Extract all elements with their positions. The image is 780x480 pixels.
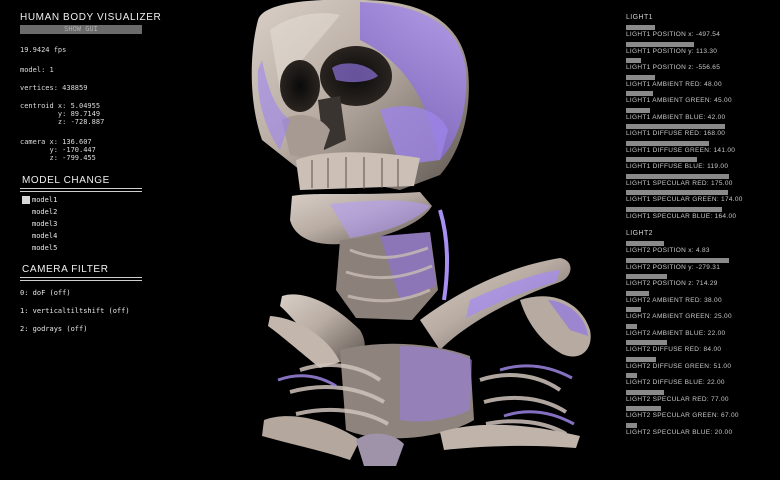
light2-slider-11[interactable]: LIGHT2 SPECULAR BLUE: 20.00 — [626, 422, 776, 439]
light1-slider-0[interactable]: LIGHT1 POSITION x: -497.54 — [626, 25, 776, 41]
light2-slider-6[interactable]: LIGHT2 DIFFUSE RED: 84.00 — [626, 340, 776, 356]
show-gui-button[interactable]: SHOW GUI — [20, 25, 142, 34]
light1-title: LIGHT1 — [626, 14, 653, 21]
slider-label: LIGHT2 SPECULAR GREEN: 67.00 — [626, 412, 739, 419]
slider-fill[interactable] — [626, 140, 709, 146]
light1-slider-2[interactable]: LIGHT1 POSITION z: -556.65 — [626, 58, 776, 74]
light2-slider-2[interactable]: LIGHT2 POSITION z: 714.29 — [626, 274, 776, 290]
slider-fill[interactable] — [626, 290, 649, 296]
slider-label: LIGHT1 POSITION x: -497.54 — [626, 31, 721, 38]
light2-slider-10[interactable]: LIGHT2 SPECULAR GREEN: 67.00 — [626, 406, 776, 422]
camera-filter-title: CAMERA FILTER — [22, 264, 109, 275]
fps-readout: 19.9424 fps — [20, 46, 67, 54]
light1-slider-8[interactable]: LIGHT1 DIFFUSE BLUE: 119.00 — [626, 157, 776, 173]
slider-fill[interactable] — [626, 157, 697, 162]
slider-label: LIGHT2 SPECULAR RED: 77.00 — [626, 395, 729, 403]
slider-fill[interactable] — [626, 307, 641, 312]
model-select-box[interactable] — [22, 244, 30, 252]
slider-fill[interactable] — [626, 58, 641, 63]
slider-label: LIGHT1 DIFFUSE BLUE: 119.00 — [626, 163, 729, 170]
camera-filter-item-0[interactable]: 0: doF (off) — [20, 289, 71, 297]
slider-fill[interactable] — [626, 356, 656, 362]
model-item-label: model2 — [32, 208, 58, 216]
model-change-divider — [20, 188, 142, 192]
slider-label: LIGHT1 DIFFUSE RED: 168.00 — [626, 130, 726, 137]
slider-label: LIGHT1 AMBIENT RED: 48.00 — [626, 80, 722, 88]
model-readout: model: 1 — [20, 66, 54, 74]
slider-fill[interactable] — [626, 340, 667, 345]
slider-label: LIGHT1 SPECULAR RED: 175.00 — [626, 179, 733, 187]
light1-slider-10[interactable]: LIGHT1 SPECULAR GREEN: 174.00 — [626, 190, 776, 206]
slider-fill[interactable] — [626, 41, 694, 47]
slider-fill[interactable] — [626, 91, 653, 96]
light1-slider-1[interactable]: LIGHT1 POSITION y: 113.30 — [626, 41, 776, 58]
slider-label: LIGHT2 POSITION y: -279.31 — [626, 263, 721, 271]
model-item-label: model5 — [32, 244, 58, 252]
camera-filter-item-2[interactable]: 2: godrays (off) — [20, 325, 87, 333]
light2-slider-1[interactable]: LIGHT2 POSITION y: -279.31 — [626, 257, 776, 274]
slider-label: LIGHT2 POSITION z: 714.29 — [626, 280, 718, 287]
slider-fill[interactable] — [626, 323, 637, 329]
slider-label: LIGHT2 AMBIENT BLUE: 22.00 — [626, 329, 726, 337]
slider-fill[interactable] — [626, 74, 655, 80]
skull — [251, 0, 469, 245]
camera-readout: camera x: 136.607 y: -170.447 z: -799.45… — [20, 138, 96, 162]
light2-slider-8[interactable]: LIGHT2 DIFFUSE BLUE: 22.00 — [626, 373, 776, 389]
model-item-label: model4 — [32, 232, 58, 240]
light1-slider-9[interactable]: LIGHT1 SPECULAR RED: 175.00 — [626, 173, 776, 190]
model-select-box[interactable] — [22, 196, 30, 204]
slider-label: LIGHT1 SPECULAR BLUE: 164.00 — [626, 212, 737, 220]
slider-label: LIGHT2 SPECULAR BLUE: 20.00 — [626, 428, 733, 436]
model-item-label: model1 — [32, 196, 58, 204]
slider-label: LIGHT2 DIFFUSE BLUE: 22.00 — [626, 379, 725, 386]
vertices-readout: vertices: 438859 — [20, 84, 88, 92]
model-item-label: model3 — [32, 220, 58, 228]
slider-label: LIGHT1 AMBIENT GREEN: 45.00 — [626, 97, 732, 104]
slider-fill[interactable] — [626, 206, 722, 212]
light1-slider-6[interactable]: LIGHT1 DIFFUSE RED: 168.00 — [626, 124, 776, 140]
light1-slider-7[interactable]: LIGHT1 DIFFUSE GREEN: 141.00 — [626, 140, 776, 157]
slider-label: LIGHT1 SPECULAR GREEN: 174.00 — [626, 196, 743, 203]
slider-fill[interactable] — [626, 190, 728, 195]
app-title: HUMAN BODY VISUALIZER — [20, 12, 162, 23]
model-select-box[interactable] — [22, 208, 30, 216]
model-select-box[interactable] — [22, 220, 30, 228]
centroid-readout: centroid x: 5.04955 y: 89.7149 z: -728.8… — [20, 102, 105, 126]
slider-label: LIGHT1 POSITION z: -556.65 — [626, 64, 721, 71]
slider-fill[interactable] — [626, 389, 664, 395]
slider-label: LIGHT2 DIFFUSE RED: 84.00 — [626, 346, 722, 353]
light2-slider-3[interactable]: LIGHT2 AMBIENT RED: 38.00 — [626, 290, 776, 307]
camera-filter-item-1[interactable]: 1: verticaltiltshift (off) — [20, 307, 130, 315]
light2-slider-9[interactable]: LIGHT2 SPECULAR RED: 77.00 — [626, 389, 776, 406]
slider-label: LIGHT1 AMBIENT BLUE: 42.00 — [626, 113, 726, 121]
slider-fill[interactable] — [626, 25, 655, 30]
slider-fill[interactable] — [626, 406, 661, 411]
model-select-box[interactable] — [22, 232, 30, 240]
slider-fill[interactable] — [626, 373, 637, 378]
model-change-title: MODEL CHANGE — [22, 175, 110, 186]
light2-title: LIGHT2 — [626, 230, 653, 237]
slider-fill[interactable] — [626, 257, 729, 263]
slider-label: LIGHT2 DIFFUSE GREEN: 51.00 — [626, 362, 732, 370]
light1-slider-11[interactable]: LIGHT1 SPECULAR BLUE: 164.00 — [626, 206, 776, 223]
slider-label: LIGHT2 AMBIENT GREEN: 25.00 — [626, 313, 732, 320]
slider-label: LIGHT2 POSITION x: 4.83 — [626, 247, 710, 254]
slider-fill[interactable] — [626, 124, 725, 129]
slider-label: LIGHT2 AMBIENT RED: 38.00 — [626, 296, 722, 304]
slider-label: LIGHT1 POSITION y: 113.30 — [626, 47, 718, 55]
light1-slider-4[interactable]: LIGHT1 AMBIENT GREEN: 45.00 — [626, 91, 776, 107]
camera-filter-divider — [20, 277, 142, 281]
slider-fill[interactable] — [626, 173, 729, 179]
light1-slider-3[interactable]: LIGHT1 AMBIENT RED: 48.00 — [626, 74, 776, 91]
slider-fill[interactable] — [626, 274, 667, 279]
slider-fill[interactable] — [626, 107, 650, 113]
light2-slider-0[interactable]: LIGHT2 POSITION x: 4.83 — [626, 241, 776, 257]
slider-label: LIGHT1 DIFFUSE GREEN: 141.00 — [626, 146, 736, 154]
light1-slider-5[interactable]: LIGHT1 AMBIENT BLUE: 42.00 — [626, 107, 776, 124]
slider-fill[interactable] — [626, 422, 637, 428]
slider-fill[interactable] — [626, 241, 664, 246]
light2-slider-4[interactable]: LIGHT2 AMBIENT GREEN: 25.00 — [626, 307, 776, 323]
light2-slider-5[interactable]: LIGHT2 AMBIENT BLUE: 22.00 — [626, 323, 776, 340]
light2-slider-7[interactable]: LIGHT2 DIFFUSE GREEN: 51.00 — [626, 356, 776, 373]
